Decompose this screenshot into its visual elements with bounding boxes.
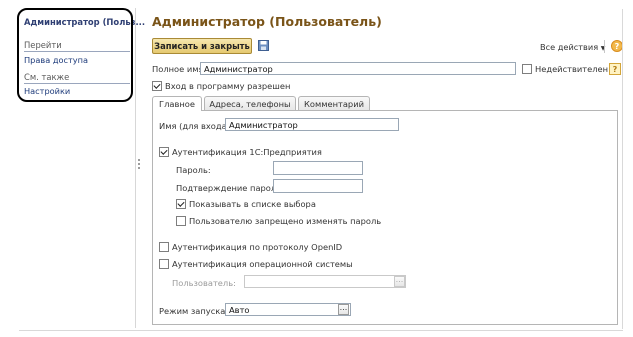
login-allowed-label: Вход в программу разрешен (165, 81, 291, 91)
os-user-field (244, 275, 406, 288)
confirm-password-label: Подтверждение пароля: (176, 183, 284, 193)
panel-resize-handle[interactable] (138, 157, 142, 173)
os-user-select-button: ... (394, 276, 405, 287)
os-auth-label: Аутентификация операционной системы (172, 259, 353, 269)
no-change-password-label: Пользователю запрещено изменять пароль (189, 216, 382, 226)
full-name-label: Полное имя: (152, 64, 207, 74)
login-name-field[interactable]: Администратор (225, 118, 399, 131)
page-title: Администратор (Пользователь) (152, 14, 382, 29)
tab-main[interactable]: Главное (152, 96, 202, 111)
toolbar-separator (604, 40, 605, 53)
save-and-close-button[interactable]: Записать и закрыть (152, 38, 252, 54)
show-in-list-checkbox[interactable] (176, 199, 186, 209)
inactive-label: Недействителен (535, 64, 609, 74)
openid-label: Аутентификация по протоколу OpenID (172, 242, 343, 252)
window-bottom-border (19, 330, 623, 331)
save-icon[interactable] (258, 40, 269, 51)
all-actions-label: Все действия (540, 42, 599, 52)
no-change-password-checkbox[interactable] (176, 216, 186, 226)
inactive-checkbox[interactable] (522, 64, 532, 74)
os-user-label: Пользователь: (172, 278, 236, 288)
window-right-border (622, 9, 623, 329)
launch-mode-select-button[interactable]: ... (338, 304, 349, 315)
launch-mode-field[interactable]: Авто (225, 303, 351, 316)
full-name-field[interactable]: Администратор (200, 62, 516, 75)
tab-addresses-phones[interactable]: Адреса, телефоны (204, 96, 296, 110)
password-field[interactable] (273, 161, 363, 175)
openid-checkbox[interactable] (159, 242, 169, 252)
login-allowed-checkbox[interactable] (152, 81, 162, 91)
tab-comment[interactable]: Комментарий (298, 96, 370, 110)
auth-1c-label: Аутентификация 1С:Предприятия (172, 147, 322, 157)
launch-mode-label: Режим запуска: (159, 306, 229, 316)
os-auth-checkbox[interactable] (159, 259, 169, 269)
auth-1c-checkbox[interactable] (159, 147, 169, 157)
password-label: Пароль: (176, 165, 211, 175)
login-name-label: Имя (для входа): (159, 121, 233, 131)
inactive-help-icon[interactable]: ? (609, 63, 621, 75)
confirm-password-field[interactable] (273, 179, 363, 193)
highlight-oval (17, 8, 133, 102)
all-actions-menu[interactable]: Все действия ▼ (540, 42, 605, 52)
show-in-list-label: Показывать в списке выбора (189, 199, 316, 209)
